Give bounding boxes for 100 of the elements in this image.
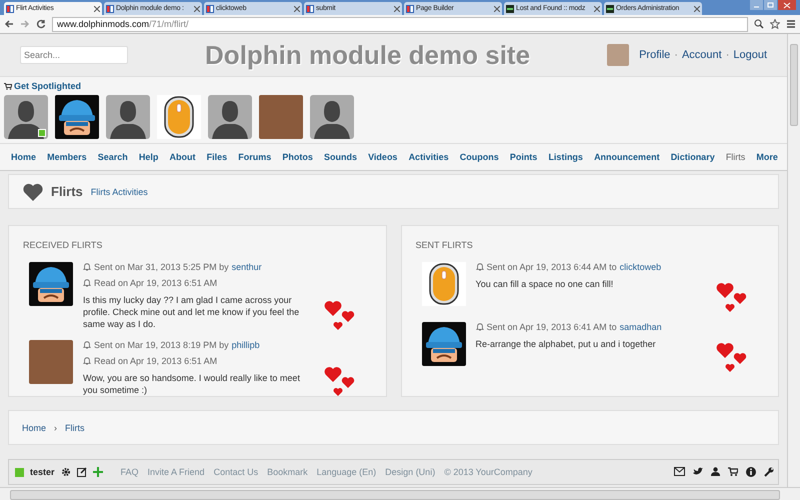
mouse-avatar[interactable] xyxy=(157,95,201,139)
vertical-scrollbar[interactable] xyxy=(787,34,800,487)
sent-info: Sent on Apr 19, 2013 6:41 AM to xyxy=(486,322,617,332)
close-icon[interactable] xyxy=(194,6,200,12)
activities-link[interactable]: Flirts Activities xyxy=(90,186,148,196)
flirt-message: Wow, you are so handsome. I would really like to meet you sometime :) xyxy=(83,372,301,396)
hearts-icon xyxy=(716,282,748,312)
nav-link[interactable]: Flirts xyxy=(722,152,748,162)
favicon-icon xyxy=(406,4,414,12)
nav-link[interactable]: Announcement xyxy=(591,152,663,162)
nav-link[interactable]: Activities xyxy=(406,152,452,162)
favicon-icon xyxy=(506,4,514,12)
edit-icon[interactable] xyxy=(76,467,87,477)
close-icon[interactable] xyxy=(294,6,300,12)
sent-info: Sent on Mar 19, 2013 8:19 PM by xyxy=(94,340,229,350)
nav-link[interactable]: Listings xyxy=(545,152,586,162)
flirt-message: Is this my lucky day ?? I am glad I came across your profile. Check mine out and let me know if you feel the same way as I do. xyxy=(83,294,300,330)
menu-icon[interactable] xyxy=(786,19,796,29)
nav-link[interactable]: Forums xyxy=(235,152,274,162)
silhouette-avatar[interactable] xyxy=(310,95,354,139)
horizontal-scrollbar[interactable] xyxy=(0,487,800,500)
separator-dot: · xyxy=(726,49,730,61)
username-label[interactable]: tester xyxy=(30,467,55,477)
plus-icon[interactable] xyxy=(92,467,103,477)
silhouette-avatar[interactable] xyxy=(208,95,252,139)
nav-link[interactable]: Members xyxy=(44,152,90,162)
nav-link[interactable]: More xyxy=(753,152,781,162)
wrench-icon[interactable] xyxy=(764,467,774,477)
user-link[interactable]: samadhan xyxy=(620,322,662,332)
nav-link[interactable]: Coupons xyxy=(456,152,502,162)
bell-icon xyxy=(83,279,91,287)
hearts-icon xyxy=(324,366,356,396)
breadcrumb-link[interactable]: Home xyxy=(22,422,46,432)
sent-info: Sent on Mar 31, 2013 5:25 PM by xyxy=(94,262,229,272)
user-link[interactable]: senthur xyxy=(232,262,262,272)
read-info: Read on Apr 19, 2013 6:51 AM xyxy=(94,278,218,288)
star-icon[interactable] xyxy=(770,19,780,29)
cartoon-avatar[interactable] xyxy=(422,322,466,366)
close-icon[interactable] xyxy=(394,6,400,12)
separator-dot: · xyxy=(674,49,678,61)
hearts-icon xyxy=(324,300,356,330)
close-icon[interactable] xyxy=(694,6,700,12)
nav-link[interactable]: Help xyxy=(136,152,162,162)
site-title: Dolphin module demo site xyxy=(204,40,532,70)
user-link[interactable]: Profile xyxy=(639,49,670,61)
silhouette-avatar[interactable] xyxy=(106,95,150,139)
sent-info: Sent on Apr 19, 2013 6:44 AM to xyxy=(486,262,617,272)
user-link[interactable]: phillipb xyxy=(232,340,260,350)
bell-icon xyxy=(476,323,484,331)
nav-link[interactable]: Points xyxy=(506,152,540,162)
settings-icon[interactable] xyxy=(60,467,71,477)
bell-icon xyxy=(476,263,484,271)
info-icon[interactable] xyxy=(746,467,756,477)
window-controls-drawing[interactable] xyxy=(750,0,796,11)
nav-link[interactable]: Dictionary xyxy=(668,152,718,162)
silhouette-avatar[interactable] xyxy=(4,95,48,139)
cartoon-avatar[interactable] xyxy=(29,262,73,306)
cart-icon xyxy=(4,82,12,90)
close-icon[interactable] xyxy=(494,6,500,12)
favicon-icon xyxy=(106,4,114,12)
read-info: Read on Apr 19, 2013 6:51 AM xyxy=(94,356,218,366)
person-icon[interactable] xyxy=(711,467,720,476)
panel-title: RECEIVED FLIRTS xyxy=(23,240,104,250)
nav-link[interactable]: Home xyxy=(8,152,40,162)
flirt-message: Re-arrange the alphabet, put u and i together xyxy=(476,338,657,350)
address-field[interactable]: www.dolphinmods.com/71/m/flirt/ xyxy=(52,16,748,32)
bird-icon[interactable] xyxy=(693,467,704,476)
favicon-icon xyxy=(606,4,614,12)
back-icon[interactable] xyxy=(4,19,14,29)
zoom-icon[interactable] xyxy=(754,19,764,29)
nav-link[interactable]: About xyxy=(166,152,199,162)
panel-title: SENT FLIRTS xyxy=(416,240,474,250)
nav-link[interactable]: Files xyxy=(204,152,230,162)
user-link[interactable]: Account xyxy=(682,49,722,61)
nav-link[interactable]: Videos xyxy=(365,152,400,162)
close-icon[interactable] xyxy=(94,6,100,12)
user-link[interactable]: clicktoweb xyxy=(620,262,662,272)
flirt-message: You can fill a space no one can fill! xyxy=(476,278,614,290)
reload-icon[interactable] xyxy=(36,19,46,29)
bell-icon xyxy=(83,357,91,365)
close-icon[interactable] xyxy=(594,6,600,12)
spotlight-link[interactable]: Get Spotlighted xyxy=(14,81,81,91)
breadcrumb-separator: › xyxy=(54,422,58,432)
nav-link[interactable]: Sounds xyxy=(320,152,360,162)
favicon-icon xyxy=(6,4,14,12)
cartoon-avatar[interactable] xyxy=(55,95,99,139)
user-link[interactable]: Logout xyxy=(733,49,768,61)
search-field[interactable]: Search... xyxy=(20,46,128,64)
breadcrumb-link[interactable]: Flirts xyxy=(65,422,85,432)
favicon-icon xyxy=(306,4,314,12)
favicon-icon xyxy=(206,4,214,12)
page-title: Flirts xyxy=(51,184,83,199)
nav-link[interactable]: Search xyxy=(94,152,131,162)
mail-icon[interactable] xyxy=(674,467,686,476)
cart-icon[interactable] xyxy=(728,467,738,476)
bell-icon xyxy=(83,341,91,349)
nav-link[interactable]: Photos xyxy=(279,152,316,162)
status-indicator xyxy=(15,468,24,476)
mouse-avatar[interactable] xyxy=(422,262,466,306)
heart-icon xyxy=(23,182,43,200)
